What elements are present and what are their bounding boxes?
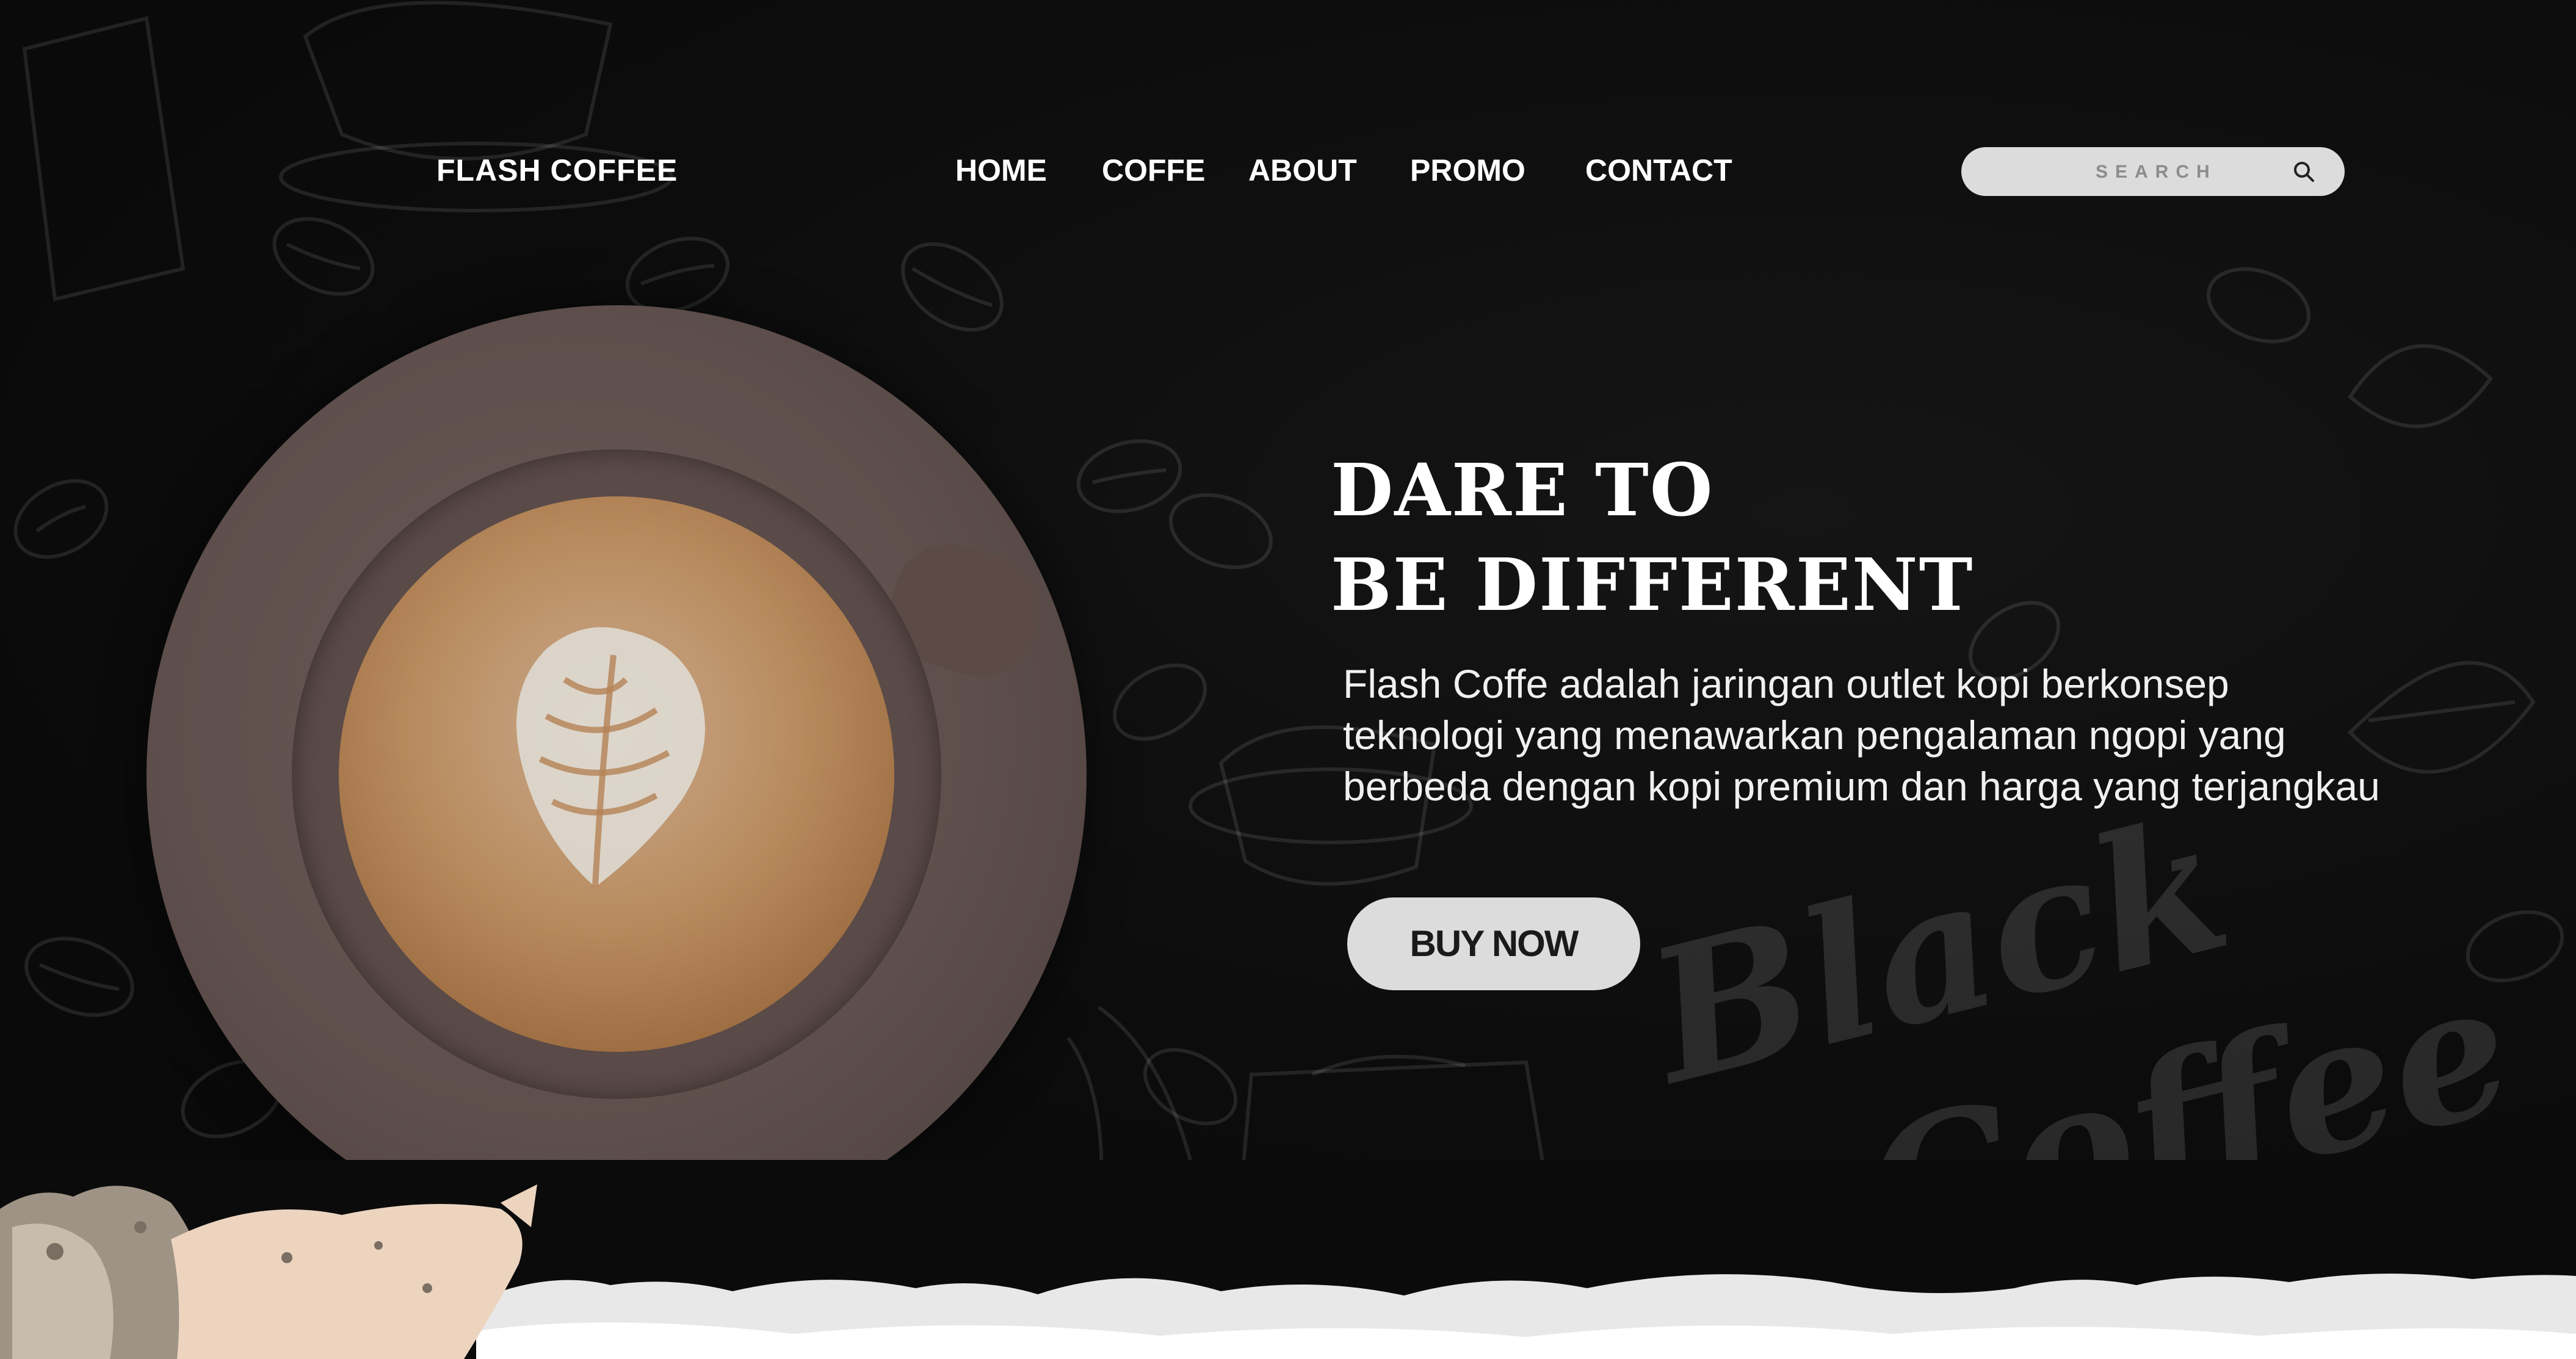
nav-item-about[interactable]: ABOUT [1248, 153, 1357, 188]
nav-item-coffe[interactable]: COFFE [1102, 153, 1205, 188]
hero-headline: DARE TO BE DIFFERENT [1331, 443, 1974, 632]
buy-now-button[interactable]: BUY NOW [1347, 897, 1640, 990]
headline-line-2: BE DIFFERENT [1331, 542, 1974, 627]
hero-section: Black Coffee FLASH COFFEE HOME COFFE ABO… [0, 0, 2576, 1282]
latte-art-image [516, 627, 705, 888]
nav-item-promo[interactable]: PROMO [1410, 153, 1525, 188]
nav-item-contact[interactable]: CONTACT [1585, 153, 1732, 188]
search-input[interactable]: SEARCH [1961, 147, 2345, 196]
torn-paper-decoration [0, 1160, 2576, 1359]
search-placeholder: SEARCH [2096, 162, 2217, 182]
hero-description: Flash Coffe adalah jaringan outlet kopi … [1343, 661, 2380, 809]
headline-line-1: DARE TO [1331, 448, 1714, 532]
search-icon[interactable] [2291, 159, 2317, 184]
nav-item-home[interactable]: HOME [955, 153, 1047, 188]
brand-logo[interactable]: FLASH COFFEE [436, 153, 678, 188]
top-navigation: FLASH COFFEE HOME COFFE ABOUT PROMO CONT… [0, 0, 2576, 342]
